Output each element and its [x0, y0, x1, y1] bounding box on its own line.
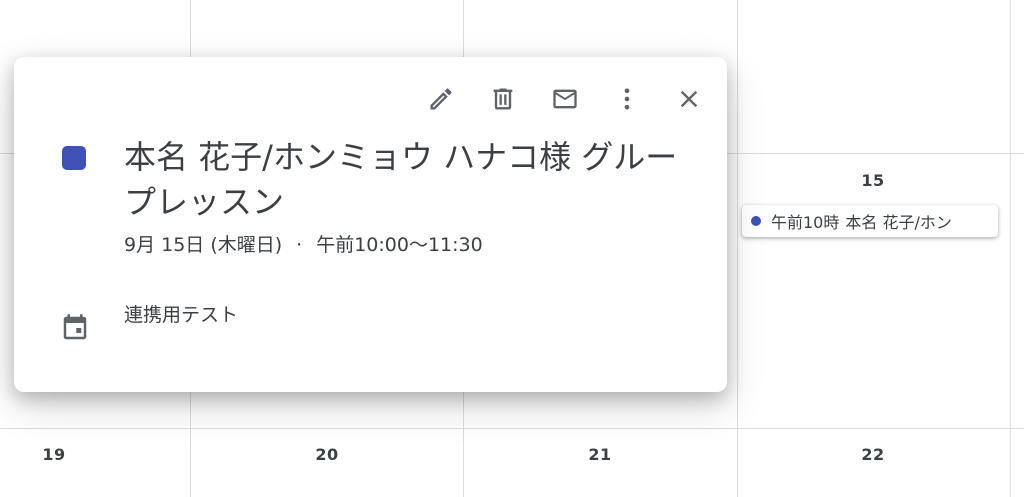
- pencil-icon: [430, 88, 452, 110]
- grid-line: [0, 428, 1024, 429]
- calendar-icon: [60, 313, 90, 343]
- popup-toolbar: [399, 79, 709, 119]
- event-datetime: 9月 15日 (木曜日) · 午前10:00〜11:30: [124, 230, 483, 257]
- email-guests-button[interactable]: [545, 79, 585, 119]
- event-chip-title: 本名 花子/ホン: [845, 213, 952, 232]
- delete-button[interactable]: [483, 79, 523, 119]
- event-chip-time: 午前10時: [771, 213, 840, 232]
- day-number-19[interactable]: 19: [24, 445, 84, 464]
- more-options-button[interactable]: [607, 79, 647, 119]
- close-button[interactable]: [669, 79, 709, 119]
- grid-line: [737, 0, 738, 497]
- trash-icon: [493, 88, 513, 110]
- event-chip[interactable]: 午前10時 本名 花子/ホン: [742, 205, 998, 237]
- close-icon: [680, 90, 698, 108]
- event-date: 9月 15日 (木曜日): [124, 234, 283, 256]
- datetime-separator: ·: [296, 234, 303, 256]
- event-chip-label: 午前10時 本名 花子/ホン: [771, 209, 952, 233]
- day-number-22[interactable]: 22: [843, 445, 903, 464]
- day-number-15[interactable]: 15: [843, 171, 903, 190]
- event-time: 午前10:00〜11:30: [316, 234, 483, 256]
- event-color-dot: [751, 216, 761, 226]
- grid-line: [1010, 0, 1011, 497]
- edit-button[interactable]: [421, 79, 461, 119]
- event-title: 本名 花子/ホンミョウ ハナコ様 グループレッスン: [124, 138, 678, 221]
- event-details-popup: 本名 花子/ホンミョウ ハナコ様 グループレッスン 9月 15日 (木曜日) · 午…: [14, 57, 727, 392]
- more-vert-icon: [624, 88, 630, 110]
- calendar-name: 連携用テスト: [124, 304, 239, 326]
- day-number-21[interactable]: 21: [570, 445, 630, 464]
- event-color-indicator: [62, 146, 86, 170]
- day-number-20[interactable]: 20: [297, 445, 357, 464]
- mail-icon: [553, 89, 577, 109]
